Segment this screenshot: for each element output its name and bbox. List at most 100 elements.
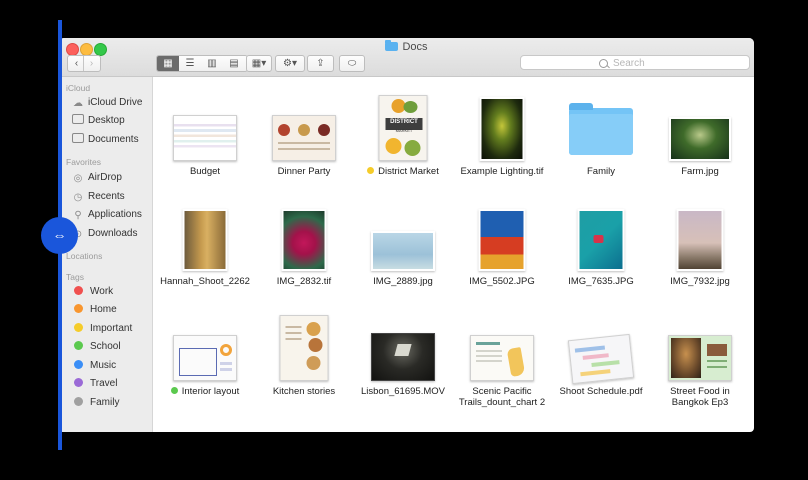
column-view-button[interactable]: ▥ xyxy=(201,56,223,71)
tag-button[interactable]: ⬭ xyxy=(339,55,365,72)
window-title: Docs xyxy=(59,40,754,53)
search-placeholder: Search xyxy=(613,58,645,69)
applications-icon: ⚲ xyxy=(74,210,82,221)
file-item-example-lighting[interactable]: Example Lighting.tif xyxy=(453,89,551,177)
district-market-thumbnail: DISTRICT MARKET xyxy=(378,95,428,161)
file-item-family-folder[interactable]: Family xyxy=(552,89,650,177)
file-label: Farm.jpg xyxy=(681,166,719,177)
window-title-text: Docs xyxy=(402,41,428,53)
arrange-button[interactable]: ▦▾ xyxy=(246,55,272,72)
file-item-kitchen-stories[interactable]: Kitchen stories xyxy=(255,309,353,397)
file-label: IMG_2832.tif xyxy=(276,276,332,287)
sidebar: iCloud ☁ iCloud Drive Desktop Documents F… xyxy=(59,77,153,432)
section-favorites: Favorites xyxy=(66,157,101,167)
view-mode-group: ▦ ☰ ▥ ▤ xyxy=(156,55,248,72)
sidebar-tag-home[interactable]: Home xyxy=(72,303,117,317)
file-item-street-food[interactable]: Street Food in Bangkok Ep3 xyxy=(651,309,749,408)
resize-handle-icon[interactable]: ⇔ xyxy=(41,217,78,254)
file-item-interior-layout[interactable]: Interior layout xyxy=(156,309,254,397)
action-button[interactable]: ⚙▾ xyxy=(275,55,305,72)
section-icloud: iCloud xyxy=(66,83,91,93)
shoot-schedule-thumbnail xyxy=(567,333,635,385)
sidebar-tag-music[interactable]: Music xyxy=(72,359,116,373)
sidebar-tag-travel[interactable]: Travel xyxy=(72,377,117,391)
file-item-scenic-pacific[interactable]: Scenic Pacific Trails_dount_chart 2 xyxy=(453,309,551,408)
file-label-text: Interior layout xyxy=(181,386,240,397)
file-label: IMG_2889.jpg xyxy=(373,276,433,287)
sidebar-item-icloud-drive[interactable]: ☁ iCloud Drive xyxy=(72,96,142,110)
share-button[interactable]: ⇪ xyxy=(307,55,334,72)
file-item-lisbon-mov[interactable]: Lisbon_61695.MOV xyxy=(354,309,452,397)
file-item-farm[interactable]: Farm.jpg xyxy=(651,89,749,177)
sidebar-tag-work[interactable]: Work xyxy=(72,285,113,299)
file-grid: Budget Dinner Party DISTRICT MARKET Dist… xyxy=(153,77,754,432)
tag-dot-icon xyxy=(74,304,83,313)
budget-thumbnail xyxy=(173,115,237,161)
file-label: Budget xyxy=(189,166,221,177)
img-7932-thumbnail xyxy=(676,209,724,271)
sidebar-item-label: Home xyxy=(90,304,117,315)
file-label: Interior layout xyxy=(156,386,254,397)
tag-dot-icon xyxy=(74,286,83,295)
sidebar-item-recents[interactable]: ◷ Recents xyxy=(72,190,125,204)
icon-view-button[interactable]: ▦ xyxy=(157,56,179,71)
section-locations: Locations xyxy=(66,251,103,261)
file-item-shoot-schedule[interactable]: Shoot Schedule.pdf xyxy=(552,309,650,397)
file-label: Example Lighting.tif xyxy=(460,166,544,177)
sidebar-item-desktop[interactable]: Desktop xyxy=(72,114,125,128)
file-item-dinner-party[interactable]: Dinner Party xyxy=(255,89,353,177)
file-item-img-2832[interactable]: IMG_2832.tif xyxy=(255,199,353,287)
desktop-icon xyxy=(72,114,84,124)
file-item-img-7932[interactable]: IMG_7932.jpg xyxy=(651,199,749,287)
file-label: Kitchen stories xyxy=(272,386,336,397)
sidebar-tag-important[interactable]: Important xyxy=(72,322,132,336)
interior-layout-thumbnail xyxy=(173,335,237,381)
sidebar-item-label: Documents xyxy=(88,134,139,145)
list-view-button[interactable]: ☰ xyxy=(179,56,201,71)
sidebar-item-airdrop[interactable]: ◎ AirDrop xyxy=(72,171,122,185)
tag-dot-icon xyxy=(170,387,178,394)
sidebar-item-downloads[interactable]: ⊙Downloads xyxy=(72,227,138,241)
search-icon xyxy=(599,59,608,68)
lisbon-thumbnail xyxy=(371,333,435,381)
sidebar-item-label: Recents xyxy=(88,191,125,202)
forward-button[interactable]: › xyxy=(84,56,99,71)
section-tags: Tags xyxy=(66,272,84,282)
title-bar: Docs ‹ › ▦ ☰ ▥ ▤ ▦▾ ⚙▾ ⇪ ⬭ Search xyxy=(59,38,754,77)
file-label-text: District Market xyxy=(378,166,439,177)
sidebar-item-label: AirDrop xyxy=(88,172,122,183)
tag-dot-icon xyxy=(74,397,83,406)
file-item-img-2889[interactable]: IMG_2889.jpg xyxy=(354,199,452,287)
img-7635-thumbnail xyxy=(577,209,625,271)
example-lighting-thumbnail xyxy=(479,97,525,161)
tag-dot-icon xyxy=(74,323,83,332)
scenic-pacific-thumbnail xyxy=(470,335,534,381)
file-item-district-market[interactable]: DISTRICT MARKET District Market xyxy=(354,89,452,177)
file-item-img-5502[interactable]: IMG_5502.JPG xyxy=(453,199,551,287)
sidebar-item-documents[interactable]: Documents xyxy=(72,133,139,147)
sidebar-item-applications[interactable]: ⚲ Applications xyxy=(72,208,142,222)
file-item-hannah-shoot[interactable]: Hannah_Shoot_2262 xyxy=(156,199,254,287)
file-label: Shoot Schedule.pdf xyxy=(559,386,643,397)
file-label: IMG_5502.JPG xyxy=(469,276,535,287)
sidebar-item-label: Music xyxy=(90,360,117,371)
search-field[interactable]: Search xyxy=(520,55,750,70)
file-item-img-7635[interactable]: IMG_7635.JPG xyxy=(552,199,650,287)
img-5502-thumbnail xyxy=(478,209,526,271)
file-label: Street Food in Bangkok Ep3 xyxy=(670,386,730,408)
file-item-budget[interactable]: Budget xyxy=(156,89,254,177)
cloud-icon: ☁ xyxy=(73,98,83,109)
sidebar-tag-school[interactable]: School xyxy=(72,340,121,354)
farm-thumbnail xyxy=(669,117,731,161)
file-label: IMG_7635.JPG xyxy=(568,276,634,287)
sidebar-item-label: Family xyxy=(90,397,120,408)
sidebar-tag-family[interactable]: Family xyxy=(72,396,119,410)
file-label: District Market xyxy=(354,166,452,177)
back-button[interactable]: ‹ xyxy=(69,56,84,71)
tag-dot-icon xyxy=(367,167,375,174)
file-label: Hannah_Shoot_2262 xyxy=(160,276,250,287)
tag-dot-icon xyxy=(74,341,83,350)
gallery-view-button[interactable]: ▤ xyxy=(223,56,245,71)
file-label: Scenic Pacific Trails_dount_chart 2 xyxy=(458,386,546,408)
file-label: Dinner Party xyxy=(277,166,331,177)
